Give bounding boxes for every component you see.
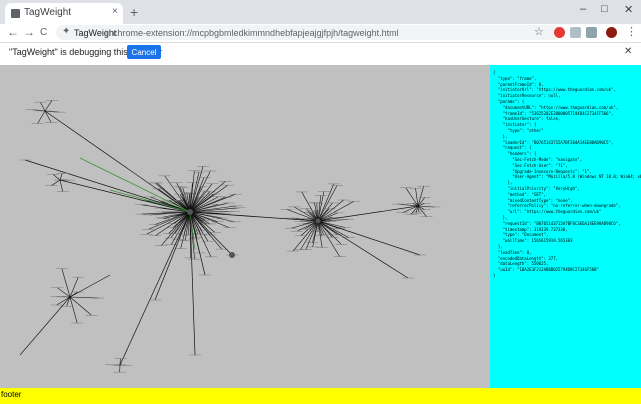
graph-edge xyxy=(37,110,46,124)
footer-bar xyxy=(0,388,641,404)
graph-edge xyxy=(19,296,71,356)
footer-text: footer xyxy=(1,390,22,399)
maximize-button[interactable]: □ xyxy=(601,3,608,15)
graph-edge xyxy=(44,110,191,213)
avatar[interactable] xyxy=(606,27,617,38)
extension-icon[interactable] xyxy=(570,27,581,38)
tab-close-icon[interactable]: × xyxy=(112,6,636,17)
graph-edge xyxy=(109,189,191,213)
graph-edge xyxy=(24,159,191,213)
close-window-button[interactable]: ✕ xyxy=(624,3,633,16)
graph-edge xyxy=(317,220,346,228)
graph-edge xyxy=(61,268,71,298)
page-icon xyxy=(11,9,20,18)
tab-title: TagWeight xyxy=(24,7,72,18)
json-detail-panel: { "type": "frame", "parentFrameId": 0, "… xyxy=(490,65,641,388)
graph-edge xyxy=(51,179,61,186)
graph-edge xyxy=(59,179,64,192)
graph-edge xyxy=(69,296,92,316)
tag-graph[interactable] xyxy=(0,65,490,388)
reload-button[interactable]: C xyxy=(40,27,47,38)
adblock-icon[interactable] xyxy=(554,27,565,38)
new-tab-button[interactable]: + xyxy=(130,4,138,20)
extension-icon[interactable] xyxy=(586,27,597,38)
graph-edge xyxy=(119,211,191,366)
bookmark-star-icon[interactable]: ☆ xyxy=(534,25,544,38)
graph-edge xyxy=(317,220,409,279)
menu-icon[interactable]: ⋮ xyxy=(626,25,637,38)
graph-edge xyxy=(317,220,421,256)
forward-button[interactable]: → xyxy=(23,25,35,39)
url-separator: | xyxy=(105,28,108,38)
minimize-button[interactable]: – xyxy=(580,3,586,15)
json-text: { "type": "frame", "parentFrameId": 0, "… xyxy=(493,70,641,278)
graph-edge xyxy=(44,110,52,123)
graph-node[interactable] xyxy=(229,252,235,258)
graph-edge xyxy=(79,157,191,213)
url-text: chrome-extension://mcpbgbmledkimmndhebfa… xyxy=(113,28,399,38)
graph-edge xyxy=(305,220,319,250)
tag-graph-canvas[interactable] xyxy=(0,65,490,388)
graph-edge xyxy=(56,296,71,306)
graph-node[interactable] xyxy=(315,218,321,224)
extension-name: TagWeight xyxy=(74,28,117,38)
graph-edge xyxy=(417,186,425,207)
graph-edge xyxy=(59,173,63,181)
infobar-close-icon[interactable]: ✕ xyxy=(624,46,632,57)
graph-edge xyxy=(317,205,419,222)
graph-edge xyxy=(417,205,427,217)
cancel-button[interactable]: Cancel xyxy=(127,45,161,59)
graph-edge xyxy=(189,211,233,256)
graph-edge xyxy=(57,287,71,298)
graph-edge xyxy=(301,191,319,222)
puzzle-icon: ✦ xyxy=(62,26,71,37)
graph-edge xyxy=(44,100,53,112)
graph-edge xyxy=(317,220,340,257)
back-button[interactable]: ← xyxy=(7,25,19,39)
graph-edge xyxy=(154,211,191,301)
graph-edge xyxy=(66,296,71,307)
graph-edge xyxy=(40,102,46,112)
graph-node[interactable] xyxy=(187,209,193,215)
graph-edge xyxy=(52,173,61,181)
graph-edge xyxy=(69,296,78,324)
graph-edge xyxy=(317,220,349,238)
graph-edge xyxy=(69,274,111,298)
